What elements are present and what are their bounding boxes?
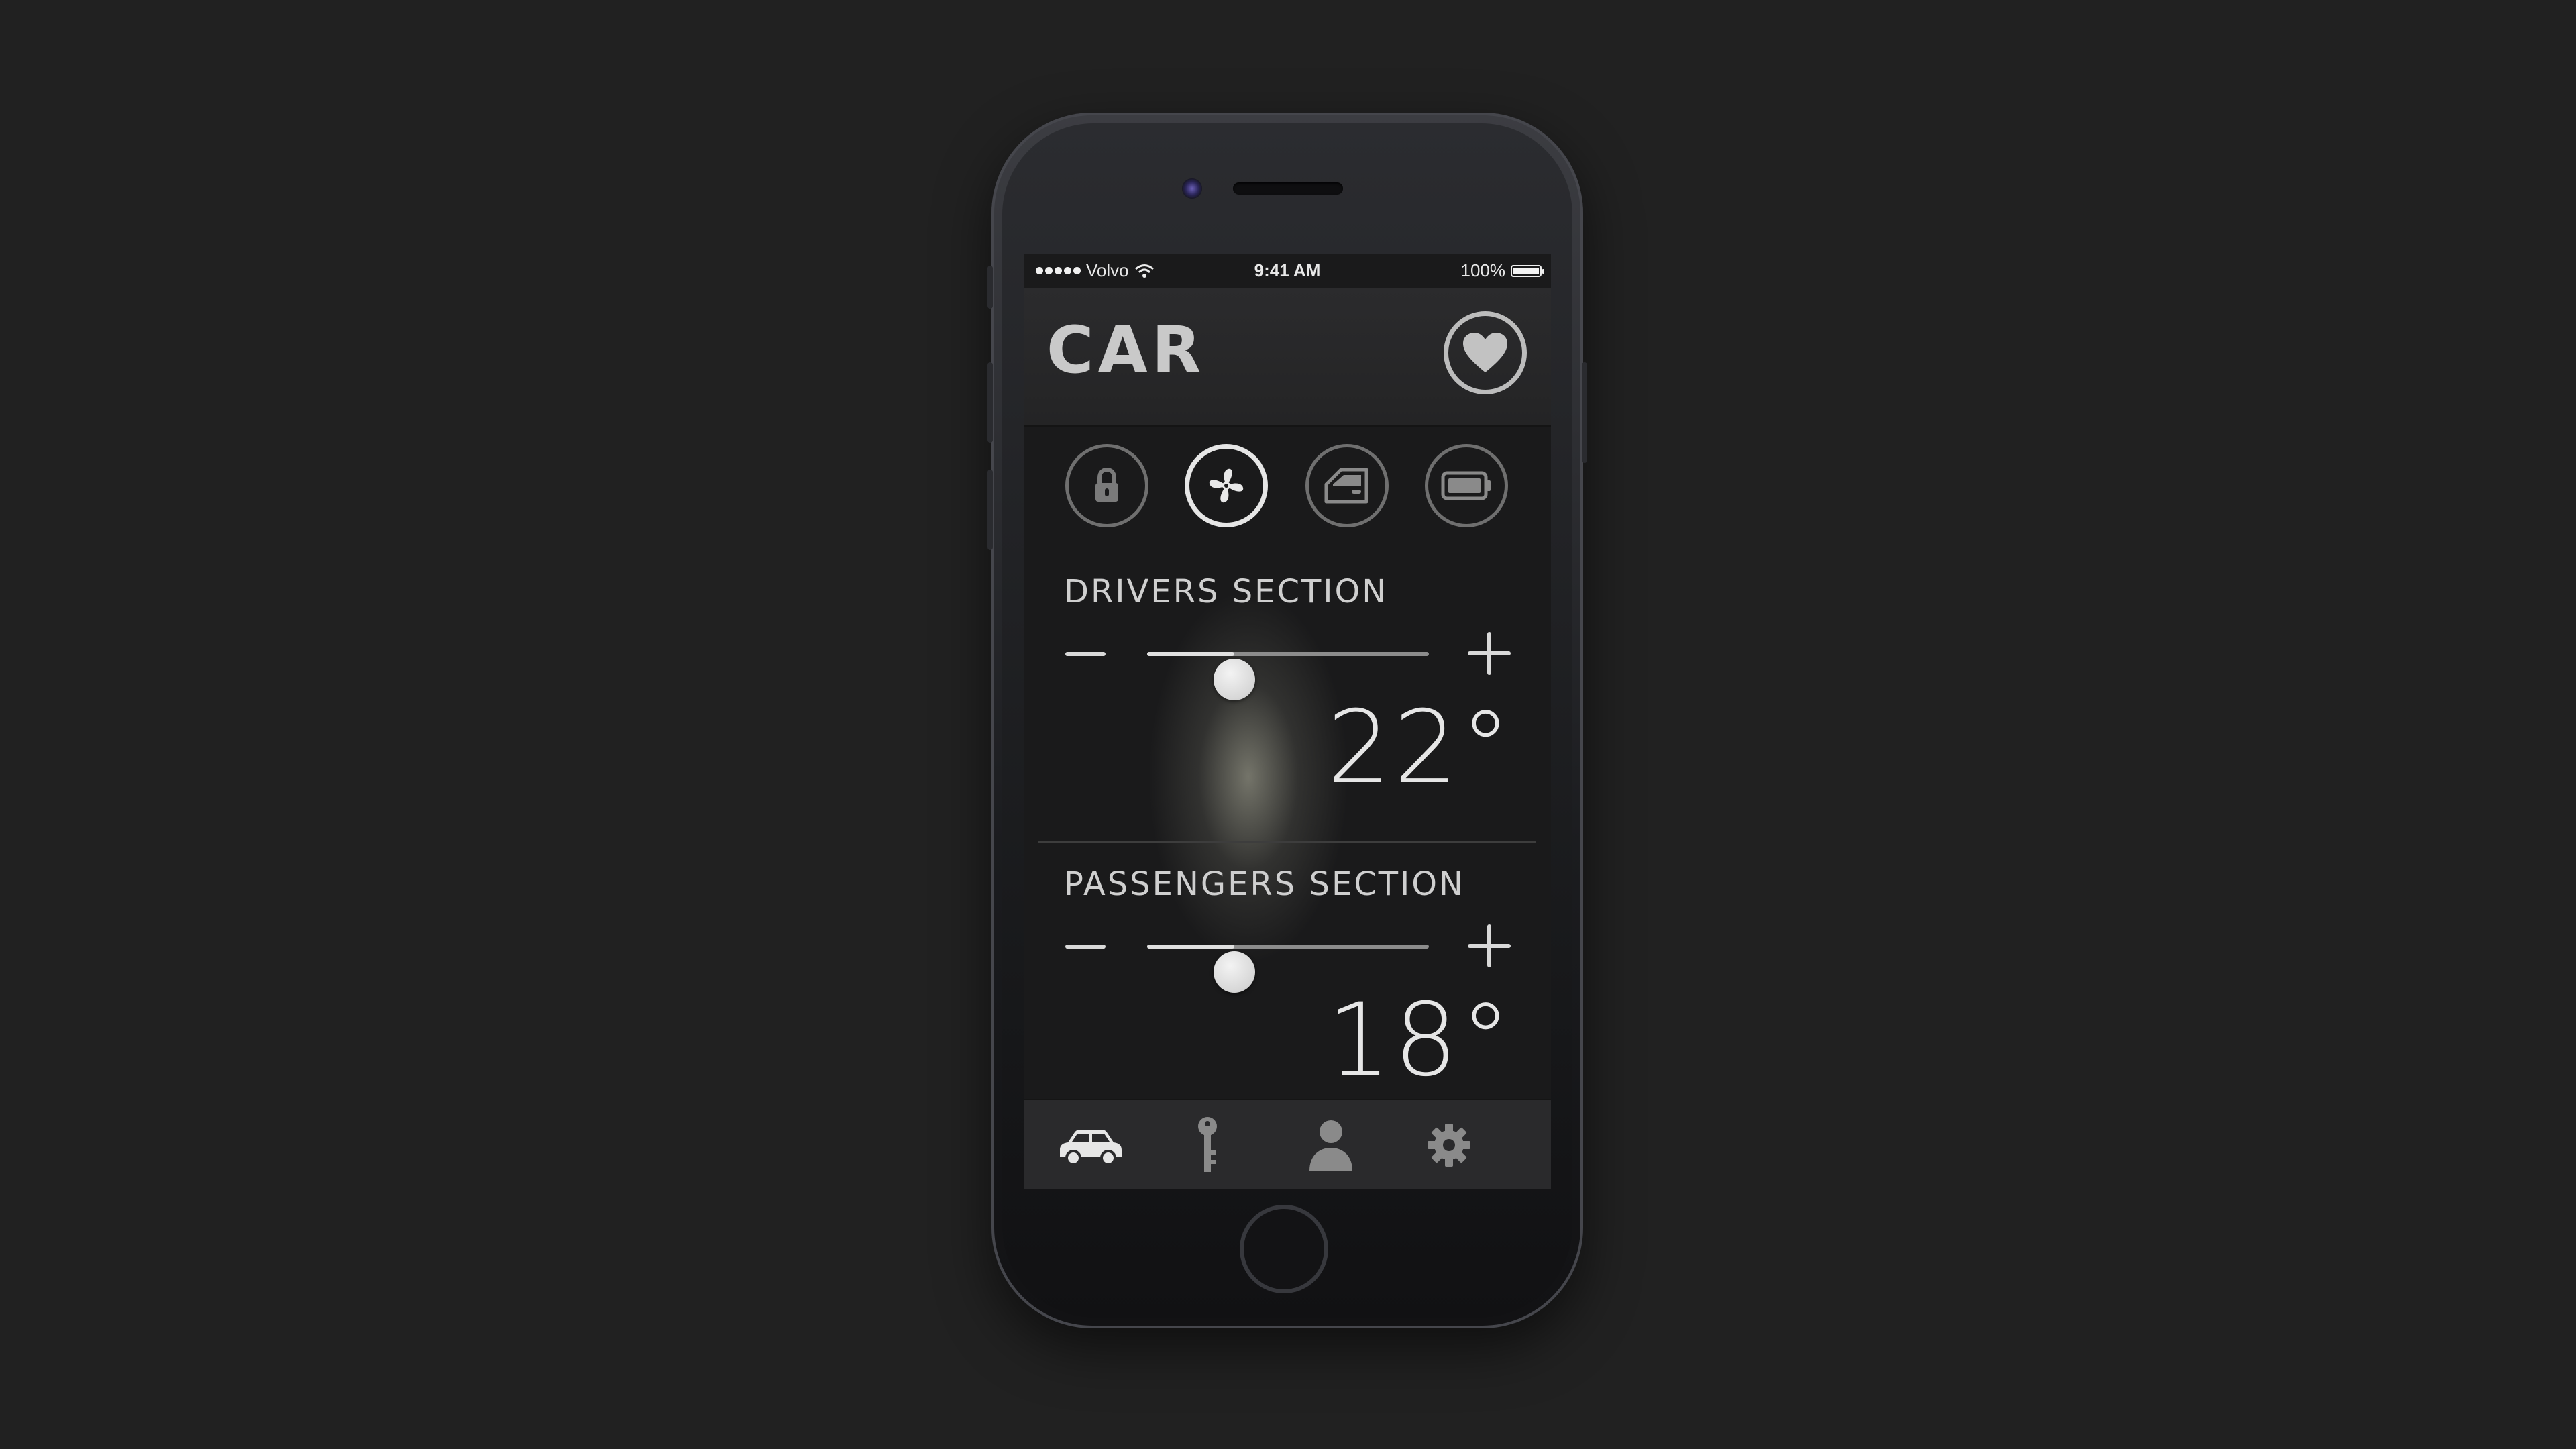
climate-button[interactable] (1185, 444, 1268, 527)
person-icon (1309, 1120, 1352, 1171)
battery-icon (1511, 264, 1544, 277)
doors-button[interactable] (1305, 444, 1389, 527)
gear-icon (1428, 1124, 1470, 1167)
passengers-temp-control (1024, 919, 1551, 993)
passengers-temp-slider[interactable] (1147, 945, 1429, 993)
front-camera (1182, 178, 1202, 199)
silent-switch (987, 266, 993, 309)
drivers-temp-control (1024, 627, 1551, 700)
key-icon (1198, 1117, 1217, 1172)
drivers-section-label: DRIVERS SECTION (1064, 573, 1389, 610)
drivers-slider-thumb[interactable] (1214, 659, 1256, 700)
drivers-temp-slider[interactable] (1147, 652, 1429, 700)
lock-icon (1095, 467, 1118, 502)
stage: Volvo 9:41 AM 100% CAR DRIVERS SECTION 2… (0, 0, 2576, 1449)
tab-settings[interactable] (1409, 1115, 1489, 1175)
passengers-temperature: 18° (1327, 982, 1513, 1099)
tab-bar (1024, 1099, 1551, 1189)
drivers-decrease-button[interactable] (1065, 652, 1106, 656)
heart-icon (1463, 333, 1507, 372)
car-icon (1060, 1130, 1122, 1166)
passengers-slider-thumb[interactable] (1214, 951, 1256, 993)
section-divider (1038, 841, 1536, 843)
battery-icon (1441, 471, 1491, 500)
app-screen: Volvo 9:41 AM 100% CAR DRIVERS SECTION 2… (1024, 254, 1551, 1189)
drivers-increase-button[interactable] (1468, 632, 1511, 675)
drivers-temperature: 22° (1327, 690, 1513, 806)
door-icon (1324, 468, 1368, 504)
passengers-decrease-button[interactable] (1065, 945, 1106, 949)
favorite-button[interactable] (1444, 311, 1527, 394)
status-right: 100% (1460, 260, 1544, 281)
tab-keys[interactable] (1167, 1115, 1248, 1175)
tab-car[interactable] (1051, 1115, 1131, 1175)
battery-percent: 100% (1460, 260, 1506, 280)
status-bar: Volvo 9:41 AM 100% (1024, 254, 1551, 288)
page-title: CAR (1046, 313, 1205, 388)
tab-profile[interactable] (1291, 1115, 1371, 1175)
fan-icon (1209, 468, 1244, 503)
passengers-section-label: PASSENGERS SECTION (1064, 865, 1465, 903)
volume-down-button (987, 470, 993, 550)
home-button[interactable] (1240, 1205, 1328, 1293)
earpiece-speaker (1233, 182, 1343, 195)
drivers-slider-fill (1147, 652, 1235, 656)
battery-button[interactable] (1425, 444, 1508, 527)
volume-up-button (987, 362, 993, 443)
quick-controls (1024, 444, 1551, 531)
passengers-slider-fill (1147, 945, 1235, 949)
passengers-increase-button[interactable] (1468, 924, 1511, 967)
power-button (1582, 362, 1587, 463)
lock-button[interactable] (1065, 444, 1148, 527)
